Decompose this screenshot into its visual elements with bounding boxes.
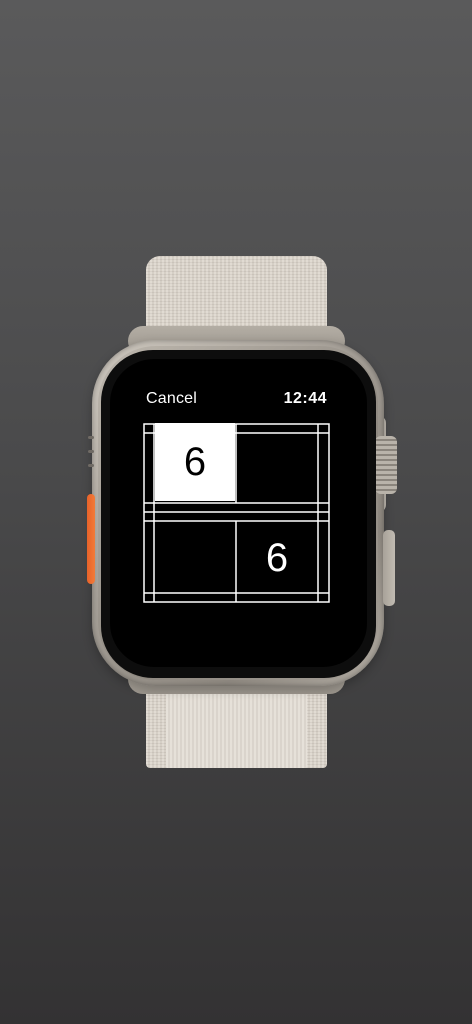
status-bar: Cancel 12:44 bbox=[110, 389, 367, 413]
digital-crown[interactable] bbox=[375, 436, 397, 494]
clock-time: 12:44 bbox=[283, 390, 327, 407]
speaker-grille bbox=[88, 436, 94, 439]
action-button[interactable] bbox=[87, 494, 95, 584]
court-lines bbox=[143, 423, 330, 603]
speaker-grille bbox=[88, 450, 94, 453]
speaker-grille bbox=[88, 464, 94, 467]
side-button[interactable] bbox=[383, 530, 395, 606]
cancel-button[interactable]: Cancel bbox=[146, 389, 197, 409]
badminton-court: 6 6 bbox=[143, 423, 330, 603]
watch-screen: Cancel 12:44 6 6 bbox=[110, 359, 367, 667]
